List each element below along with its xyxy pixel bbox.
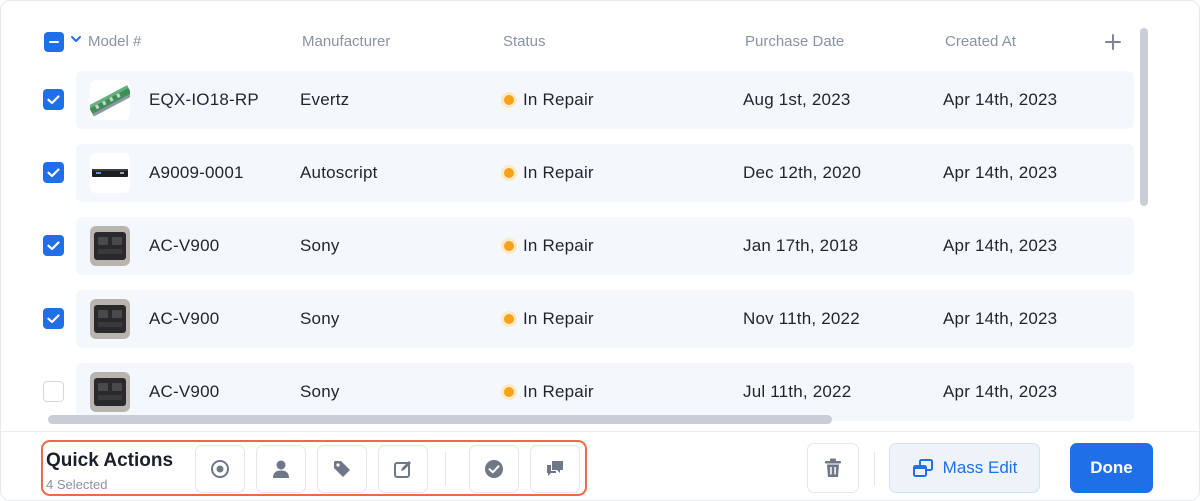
trash-icon bbox=[825, 458, 841, 477]
asset-thumbnail bbox=[90, 80, 130, 120]
cell-purchase-date: Nov 11th, 2022 bbox=[743, 309, 860, 328]
table-row[interactable]: EQX-IO18-RP Evertz In Repair Aug 1st, 20… bbox=[76, 71, 1134, 129]
delete-button[interactable] bbox=[807, 443, 859, 493]
status-dot-icon bbox=[504, 241, 514, 251]
table-row[interactable]: AC-V900 Sony In Repair Nov 11th, 2022 Ap… bbox=[76, 290, 1134, 348]
cell-model: AC-V900 bbox=[149, 309, 220, 328]
checkmark-icon bbox=[47, 168, 60, 178]
table-row[interactable]: AC-V900 Sony In Repair Jul 11th, 2022 Ap… bbox=[76, 363, 1134, 421]
approve-button[interactable] bbox=[469, 445, 519, 493]
row-checkbox[interactable] bbox=[43, 162, 64, 183]
mass-edit-button[interactable]: Mass Edit bbox=[889, 443, 1040, 493]
cell-manufacturer: Autoscript bbox=[300, 163, 378, 182]
cell-status: In Repair bbox=[523, 90, 594, 109]
cell-created-at: Apr 14th, 2023 bbox=[943, 90, 1058, 109]
cell-status: In Repair bbox=[523, 236, 594, 255]
chevron-down-icon[interactable] bbox=[70, 33, 82, 45]
checkmark-icon bbox=[47, 95, 60, 105]
cell-created-at: Apr 14th, 2023 bbox=[943, 309, 1058, 328]
cell-model: EQX-IO18-RP bbox=[149, 90, 259, 109]
tag-button[interactable] bbox=[317, 445, 367, 493]
cell-purchase-date: Aug 1st, 2023 bbox=[743, 90, 851, 109]
done-button[interactable]: Done bbox=[1070, 443, 1153, 493]
row-checkbox[interactable] bbox=[43, 89, 64, 110]
comment-button[interactable] bbox=[530, 445, 580, 493]
edit-icon bbox=[394, 461, 411, 478]
cell-model: A9009-0001 bbox=[149, 163, 244, 182]
change-status-button[interactable] bbox=[195, 445, 245, 493]
mass-edit-icon bbox=[912, 459, 933, 477]
assign-user-button[interactable] bbox=[256, 445, 306, 493]
quick-actions-title: Quick Actions bbox=[46, 450, 174, 471]
divider bbox=[874, 452, 875, 486]
column-header-manufacturer[interactable]: Manufacturer bbox=[302, 33, 390, 50]
asset-thumbnail bbox=[90, 372, 130, 412]
status-dot-icon bbox=[504, 95, 514, 105]
check-circle-icon bbox=[485, 460, 503, 478]
user-icon bbox=[273, 460, 289, 478]
cell-created-at: Apr 14th, 2023 bbox=[943, 236, 1058, 255]
row-checkbox[interactable] bbox=[43, 381, 64, 402]
cell-manufacturer: Sony bbox=[300, 382, 340, 401]
cell-purchase-date: Jan 17th, 2018 bbox=[743, 236, 859, 255]
cell-model: AC-V900 bbox=[149, 382, 220, 401]
column-header-created-at[interactable]: Created At bbox=[945, 33, 1016, 50]
asset-thumbnail bbox=[90, 153, 130, 193]
cell-model: AC-V900 bbox=[149, 236, 220, 255]
horizontal-scrollbar[interactable] bbox=[48, 415, 832, 424]
asset-thumbnail bbox=[90, 226, 130, 266]
cell-purchase-date: Dec 12th, 2020 bbox=[743, 163, 862, 182]
status-dot-icon bbox=[504, 387, 514, 397]
edit-button[interactable] bbox=[378, 445, 428, 493]
column-header-purchase-date[interactable]: Purchase Date bbox=[745, 33, 844, 50]
cell-status: In Repair bbox=[523, 382, 594, 401]
cell-manufacturer: Sony bbox=[300, 309, 340, 328]
column-header-model[interactable]: Model # bbox=[88, 33, 141, 50]
status-dot-icon bbox=[504, 168, 514, 178]
checkmark-icon bbox=[47, 314, 60, 324]
cell-manufacturer: Sony bbox=[300, 236, 340, 255]
bulk-action-bar: Quick Actions 4 Selected Mass Edit Done bbox=[1, 431, 1199, 500]
done-label: Done bbox=[1090, 458, 1133, 477]
cell-manufacturer: Evertz bbox=[300, 90, 350, 109]
selected-count: 4 Selected bbox=[46, 477, 108, 492]
asset-thumbnail bbox=[90, 299, 130, 339]
chat-icon bbox=[547, 461, 563, 476]
vertical-scrollbar[interactable] bbox=[1140, 28, 1148, 206]
cell-created-at: Apr 14th, 2023 bbox=[943, 163, 1058, 182]
row-checkbox[interactable] bbox=[43, 235, 64, 256]
checkmark-icon bbox=[47, 241, 60, 251]
table-row[interactable]: AC-V900 Sony In Repair Jan 17th, 2018 Ap… bbox=[76, 217, 1134, 275]
row-checkbox[interactable] bbox=[43, 308, 64, 329]
select-all-checkbox[interactable] bbox=[44, 32, 64, 52]
table-header: Model # Manufacturer Status Purchase Dat… bbox=[1, 23, 1151, 59]
divider bbox=[445, 452, 446, 486]
quick-actions-group: Quick Actions 4 Selected bbox=[41, 440, 587, 496]
cell-created-at: Apr 14th, 2023 bbox=[943, 382, 1058, 401]
cell-status: In Repair bbox=[523, 309, 594, 328]
cell-status: In Repair bbox=[523, 163, 594, 182]
status-target-icon bbox=[211, 460, 229, 478]
mass-edit-label: Mass Edit bbox=[942, 458, 1018, 477]
tag-icon bbox=[334, 461, 350, 477]
cell-purchase-date: Jul 11th, 2022 bbox=[743, 382, 852, 401]
add-column-icon[interactable] bbox=[1102, 31, 1124, 53]
status-dot-icon bbox=[504, 314, 514, 324]
asset-table-panel: Model # Manufacturer Status Purchase Dat… bbox=[0, 0, 1200, 501]
column-header-status[interactable]: Status bbox=[503, 33, 546, 50]
table-row[interactable]: A9009-0001 Autoscript In Repair Dec 12th… bbox=[76, 144, 1134, 202]
